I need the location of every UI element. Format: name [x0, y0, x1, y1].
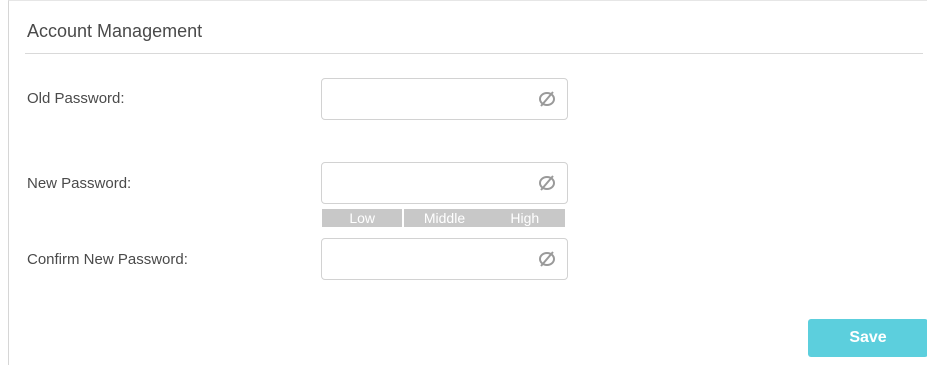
eye-slash-icon[interactable] — [537, 173, 557, 193]
new-password-input[interactable] — [322, 163, 527, 203]
old-password-label: Old Password: — [27, 90, 125, 107]
strength-level-high: High — [510, 210, 540, 226]
new-password-label: New Password: — [27, 175, 132, 192]
strength-level-middle: Middle — [423, 210, 466, 226]
strength-level-low: Low — [349, 210, 375, 226]
eye-slash-icon[interactable] — [537, 89, 557, 109]
old-password-input[interactable] — [322, 79, 527, 119]
account-management-panel: Account Management Old Password: New Pas… — [8, 0, 927, 365]
new-password-field[interactable] — [321, 162, 568, 204]
eye-slash-icon[interactable] — [537, 249, 557, 269]
confirm-password-input[interactable] — [322, 239, 527, 279]
password-strength-meter: Low Middle High — [322, 209, 565, 227]
confirm-password-label: Confirm New Password: — [27, 251, 188, 268]
section-title: Account Management — [27, 21, 203, 41]
title-divider — [25, 53, 923, 54]
save-button[interactable]: Save — [808, 319, 927, 357]
confirm-password-field[interactable] — [321, 238, 568, 280]
old-password-field[interactable] — [321, 78, 568, 120]
